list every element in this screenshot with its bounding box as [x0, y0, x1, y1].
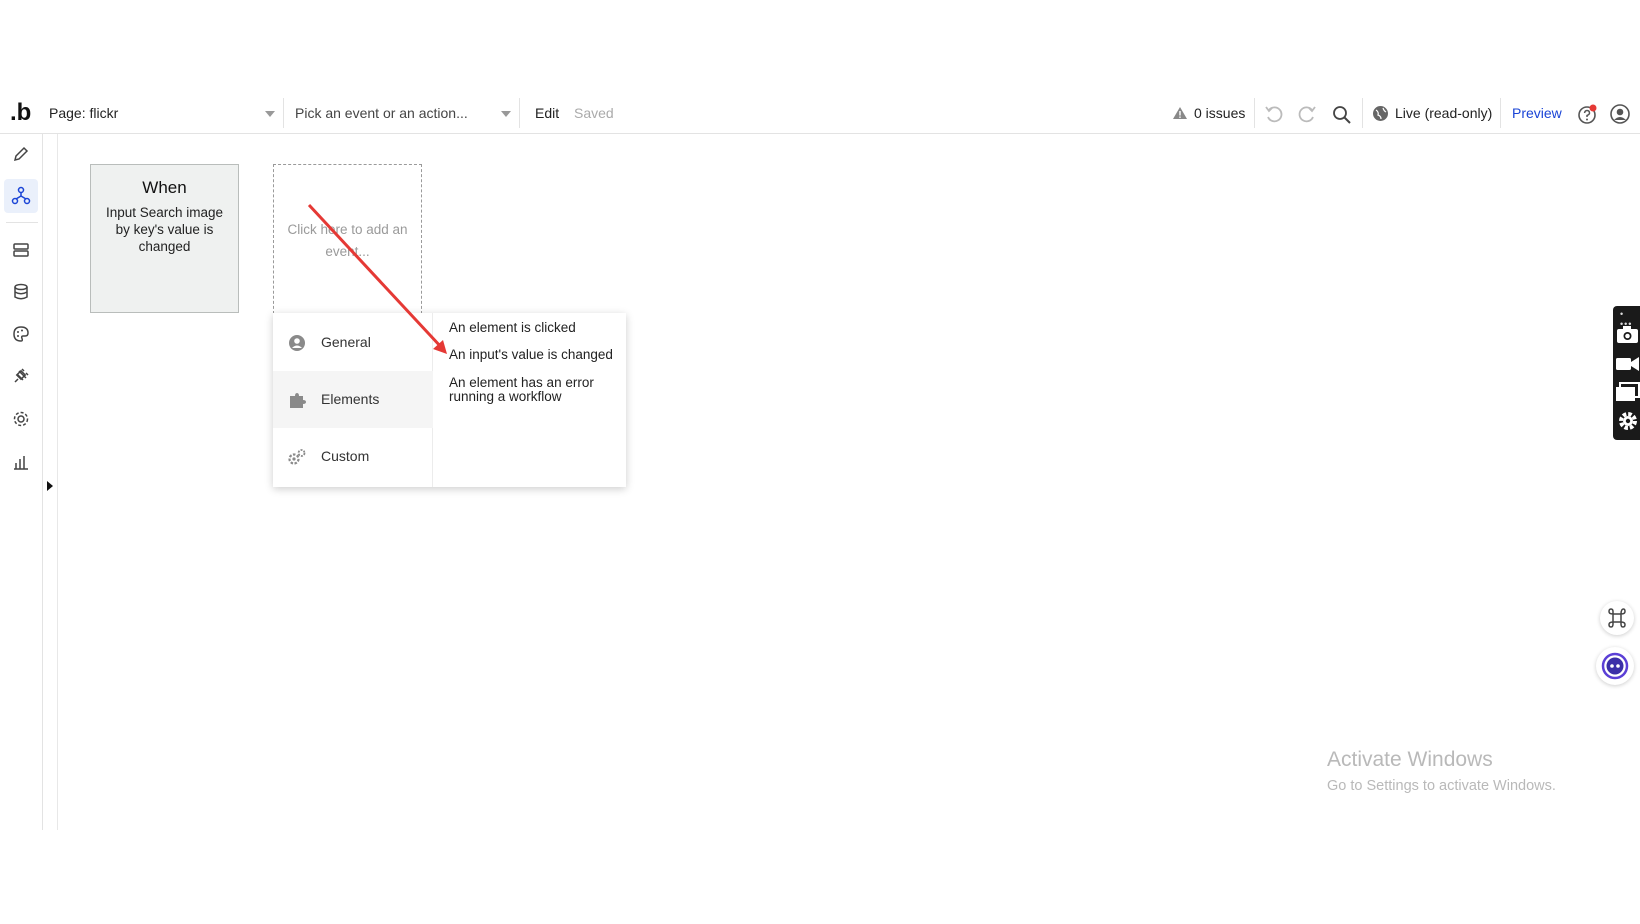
option-element-error[interactable]: An element has an error running a workfl…	[449, 376, 621, 404]
sidebar-divider	[6, 222, 38, 223]
command-icon	[1608, 608, 1626, 628]
chevron-down-icon	[501, 111, 511, 117]
globe-icon	[1373, 106, 1388, 121]
when-event-card[interactable]: When Input Search image by key's value i…	[90, 164, 239, 313]
undo-icon[interactable]	[1263, 103, 1285, 125]
category-custom[interactable]: Custom	[273, 428, 433, 485]
toolbar-divider	[1254, 98, 1255, 128]
warning-icon	[1173, 107, 1187, 119]
assistant-floating-button[interactable]	[1596, 647, 1634, 685]
analytics-icon[interactable]	[10, 451, 32, 473]
saved-status: Saved	[574, 105, 614, 121]
database-icon[interactable]	[10, 281, 32, 303]
workflow-icon[interactable]	[10, 185, 32, 207]
live-status[interactable]: Live (read-only)	[1395, 98, 1492, 128]
video-icon[interactable]	[1614, 352, 1640, 374]
pencil-icon[interactable]	[10, 143, 32, 165]
option-element-clicked[interactable]: An element is clicked	[449, 321, 621, 335]
activate-windows-title: Activate Windows	[1327, 748, 1493, 771]
gears-icon	[288, 449, 306, 465]
apps-floating-button[interactable]	[1600, 601, 1634, 635]
category-general[interactable]: General	[273, 314, 433, 371]
data-table-icon[interactable]	[10, 239, 32, 261]
redo-icon[interactable]	[1296, 103, 1318, 125]
when-description: Input Search image by key's value is cha…	[105, 205, 224, 254]
category-label: Custom	[321, 448, 370, 464]
bubble-logo[interactable]: .b	[10, 100, 34, 126]
category-elements[interactable]: Elements	[273, 371, 433, 428]
when-title: When	[142, 178, 187, 197]
page-selector-label: Page: flickr	[49, 105, 119, 121]
event-action-selector[interactable]: Pick an event or an action...	[286, 98, 520, 128]
activate-windows-subtitle: Go to Settings to activate Windows.	[1327, 778, 1556, 794]
category-list: General Elements Custom	[273, 313, 433, 487]
chevron-down-icon	[265, 111, 275, 117]
palette-icon[interactable]	[10, 323, 32, 345]
issues-count[interactable]: 0 issues	[1194, 98, 1245, 128]
category-label: Elements	[321, 391, 380, 407]
page-selector[interactable]: Page: flickr	[44, 98, 284, 128]
option-input-value-changed[interactable]: An input's value is changed	[449, 348, 621, 362]
toolbar-divider	[1362, 98, 1363, 128]
plugin-icon[interactable]	[10, 365, 32, 387]
toolbar-divider	[1500, 98, 1501, 128]
avatar-icon[interactable]	[1609, 103, 1631, 125]
search-icon[interactable]	[1331, 104, 1353, 126]
puzzle-icon	[290, 393, 306, 408]
edit-menu[interactable]: Edit	[535, 98, 559, 128]
event-type-dropdown: General Elements Custom An element is cl…	[273, 313, 626, 487]
bot-face-icon	[1601, 652, 1629, 680]
settings-gear-icon[interactable]	[10, 408, 32, 430]
capture-settings-icon[interactable]	[1614, 409, 1640, 433]
expand-sidebar-toggle[interactable]	[47, 481, 53, 491]
help-icon[interactable]	[1576, 103, 1598, 125]
user-circle-icon	[289, 335, 305, 351]
event-selector-placeholder: Pick an event or an action...	[295, 105, 468, 121]
add-event-card[interactable]: Click here to add an event...	[273, 164, 422, 314]
camera-icon[interactable]	[1614, 323, 1640, 345]
preview-link[interactable]: Preview	[1512, 98, 1562, 128]
add-event-label: Click here to add an event...	[287, 222, 408, 259]
category-label: General	[321, 334, 371, 350]
window-capture-icon[interactable]	[1614, 381, 1640, 403]
canvas-border	[57, 134, 58, 830]
